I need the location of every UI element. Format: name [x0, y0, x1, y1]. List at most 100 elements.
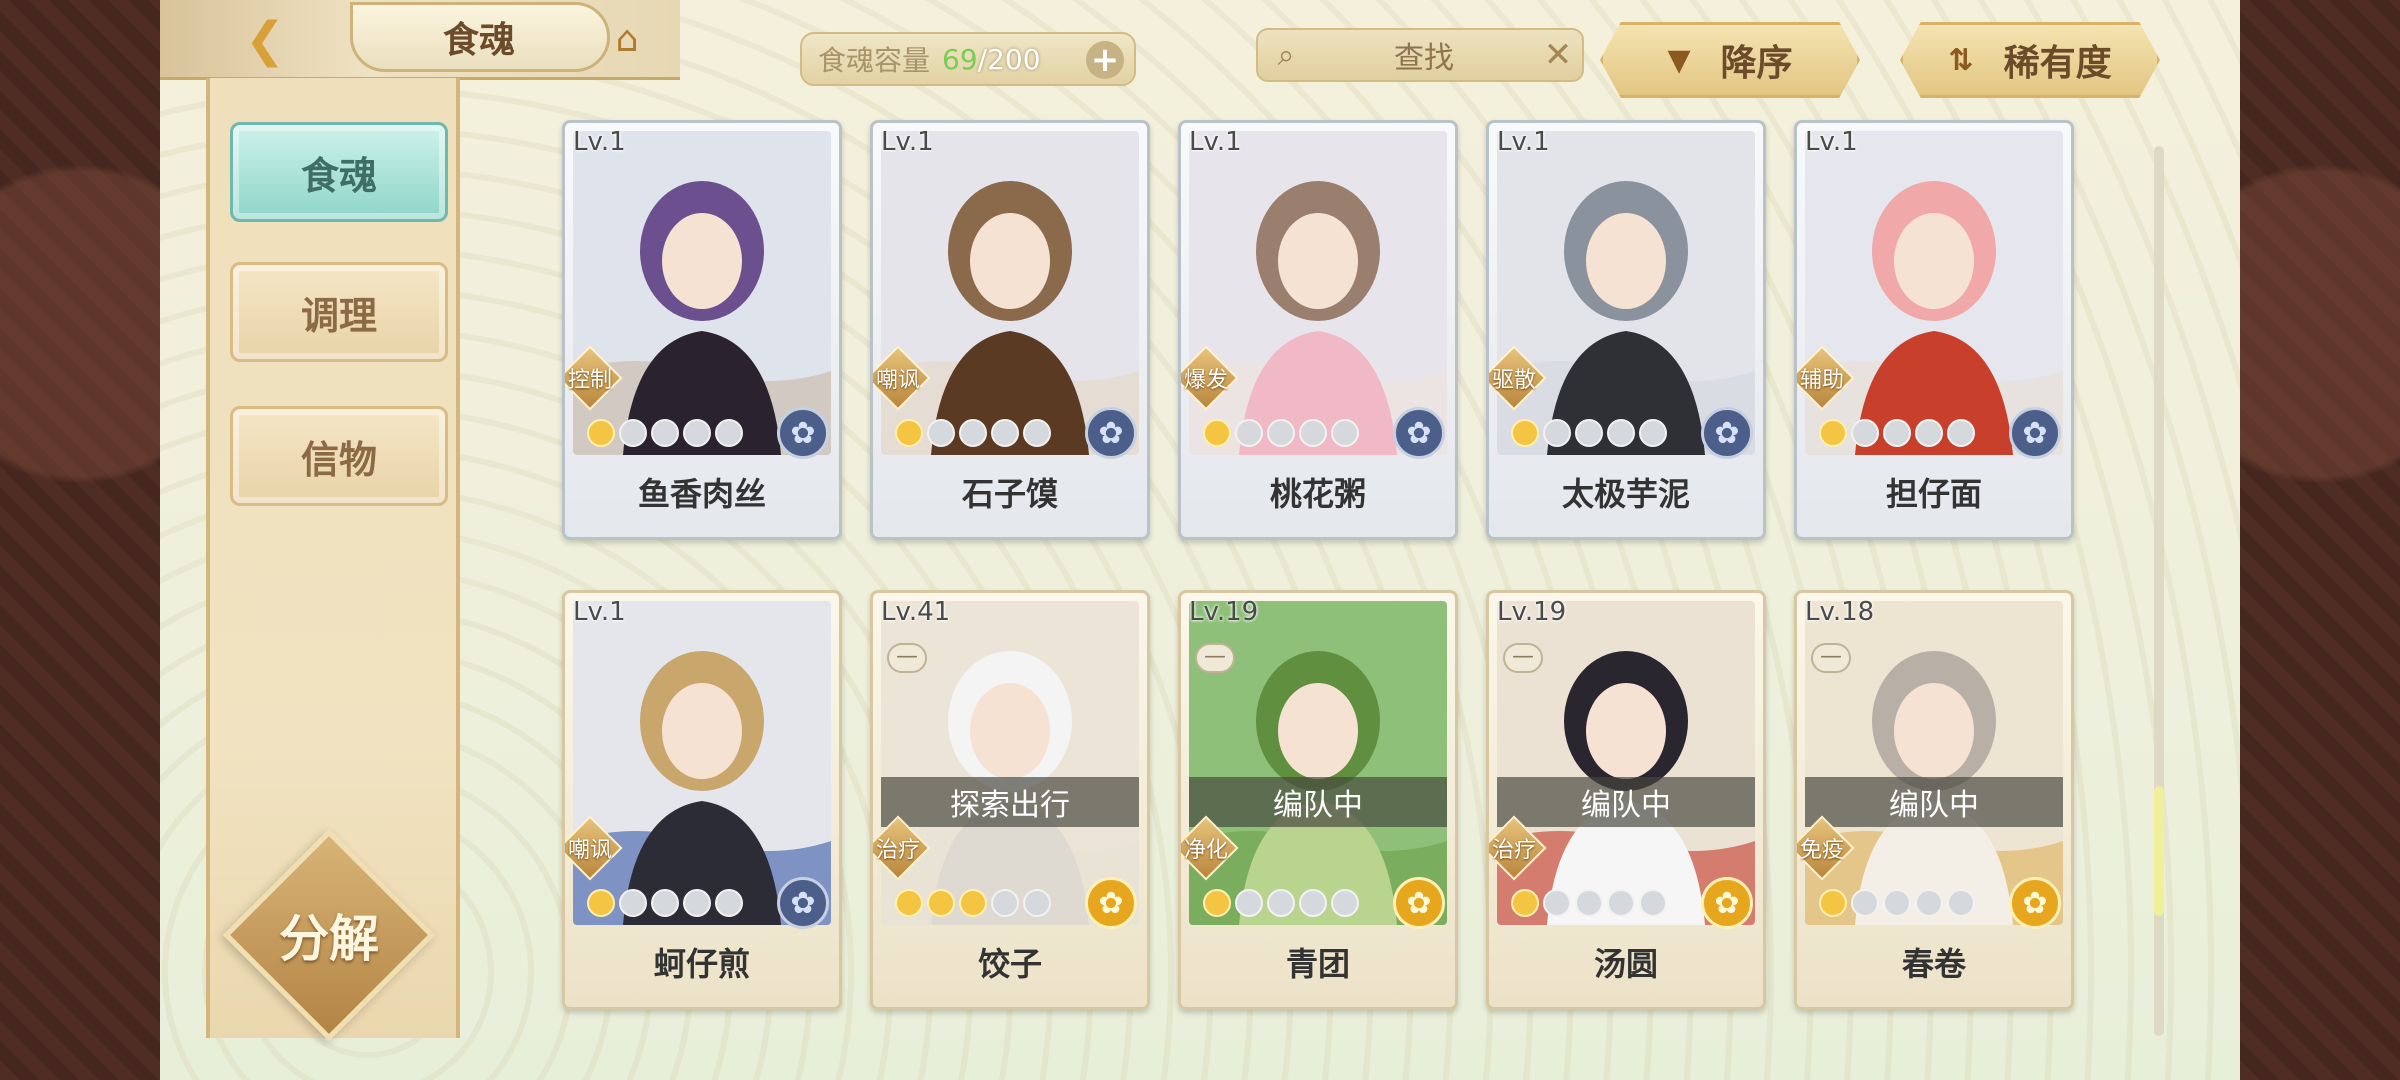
- level-label: Lv.1: [881, 127, 934, 157]
- flower-emblem-icon: ✿: [777, 407, 829, 459]
- search-bar[interactable]: ⌕ 查找 ✕: [1256, 28, 1584, 82]
- level-label: Lv.1: [1805, 127, 1858, 157]
- role-badge: 治疗: [1489, 815, 1547, 881]
- star-icon: [1575, 889, 1603, 917]
- clear-icon[interactable]: ✕: [1534, 35, 1582, 75]
- star-icon: [991, 419, 1019, 447]
- role-label: 辅助: [1799, 368, 1844, 393]
- star-icon: [1023, 889, 1051, 917]
- level-label: Lv.19: [1497, 597, 1567, 627]
- star-icon: [1947, 419, 1975, 447]
- role-label: 爆发: [1183, 368, 1228, 393]
- flower-emblem-icon: ✿: [777, 877, 829, 929]
- level-label: Lv.1: [1189, 127, 1242, 157]
- role-badge: 嘲讽: [565, 815, 623, 881]
- character-name: 太极芋泥: [1561, 475, 1690, 513]
- star-icon: [1543, 419, 1571, 447]
- flower-emblem-icon: ✿: [1085, 877, 1137, 929]
- back-arrow-icon: ❮: [244, 12, 286, 68]
- role-badge: 驱散: [1489, 345, 1547, 411]
- character-name: 担仔面: [1885, 475, 1982, 513]
- food-soul-card[interactable]: Lv.1 控制 ✿ 鱼香肉丝: [562, 120, 842, 540]
- character-name: 桃花粥: [1269, 475, 1366, 513]
- food-soul-card[interactable]: Lv.1 爆发 ✿ 桃花粥: [1178, 120, 1458, 540]
- decompose-label: 分解: [279, 909, 379, 968]
- capacity-label: 食魂容量: [818, 44, 931, 77]
- scrollbar[interactable]: [2154, 146, 2164, 1036]
- star-icon: [1511, 419, 1539, 447]
- sort-rarity-button[interactable]: ⇅ 稀有度: [1900, 22, 2160, 98]
- food-soul-card[interactable]: Lv.1 驱散 ✿ 太极芋泥: [1486, 120, 1766, 540]
- add-capacity-button[interactable]: +: [1086, 40, 1124, 80]
- star-icon: [619, 889, 647, 917]
- pavilion-icon[interactable]: ⌂: [600, 16, 654, 64]
- star-icon: [587, 419, 615, 447]
- role-label: 嘲讽: [875, 368, 920, 393]
- star-icon: [1883, 419, 1911, 447]
- capacity-display: 食魂容量 69 /200 +: [800, 32, 1136, 86]
- star-icon: [895, 889, 923, 917]
- level-label: Lv.1: [1497, 127, 1550, 157]
- role-badge: 免疫: [1797, 815, 1855, 881]
- food-soul-card[interactable]: Lv.1 嘲讽 ✿ 石子馍: [870, 120, 1150, 540]
- role-badge: 嘲讽: [873, 345, 931, 411]
- food-soul-card[interactable]: Lv.19— 编队中 净化 ✿ 青团: [1178, 590, 1458, 1010]
- character-name: 汤圆: [1593, 945, 1658, 983]
- character-name: 鱼香肉丝: [637, 475, 766, 513]
- flower-emblem-icon: ✿: [1393, 877, 1445, 929]
- star-rating: [895, 889, 1051, 917]
- star-rating: [1203, 889, 1359, 917]
- star-rating: [1203, 419, 1359, 447]
- level-label: Lv.1: [573, 597, 626, 627]
- star-icon: [927, 889, 955, 917]
- character-name: 蚵仔煎: [653, 945, 750, 983]
- star-icon: [1331, 419, 1359, 447]
- star-rating: [895, 419, 1051, 447]
- food-soul-card[interactable]: Lv.1 嘲讽 ✿ 蚵仔煎: [562, 590, 842, 1010]
- star-icon: [1299, 889, 1327, 917]
- right-border-pattern: [2240, 0, 2400, 1080]
- character-name: 石子馍: [961, 475, 1058, 513]
- food-soul-card[interactable]: Lv.41— 探索出行 治疗 ✿ 饺子: [870, 590, 1150, 1010]
- lock-icon[interactable]: —: [1503, 643, 1543, 673]
- lock-icon[interactable]: —: [1811, 643, 1851, 673]
- sort-rarity-label: 稀有度: [2003, 43, 2112, 84]
- star-icon: [1023, 419, 1051, 447]
- menu-item-xinwu[interactable]: 信物: [230, 406, 448, 506]
- role-badge: 控制: [565, 345, 623, 411]
- menu-item-tiaoli[interactable]: 调理: [230, 262, 448, 362]
- character-name: 饺子: [977, 945, 1042, 983]
- top-bar: ❮ 食魂 ⌂: [160, 0, 680, 80]
- level-label: Lv.18: [1805, 597, 1875, 627]
- food-soul-card[interactable]: Lv.19— 编队中 治疗 ✿ 汤圆: [1486, 590, 1766, 1010]
- star-icon: [651, 419, 679, 447]
- search-icon: ⌕: [1277, 37, 1295, 73]
- star-icon: [1607, 419, 1635, 447]
- lock-icon[interactable]: —: [887, 643, 927, 673]
- star-icon: [1883, 889, 1911, 917]
- left-border-pattern: [0, 0, 160, 1080]
- star-icon: [1575, 419, 1603, 447]
- scroll-thumb[interactable]: [2154, 786, 2164, 916]
- menu-item-shihun[interactable]: 食魂: [230, 122, 448, 222]
- star-icon: [683, 419, 711, 447]
- flower-emblem-icon: ✿: [1701, 877, 1753, 929]
- food-soul-card[interactable]: Lv.18— 编队中 免疫 ✿ 春卷: [1794, 590, 2074, 1010]
- star-icon: [651, 889, 679, 917]
- star-rating: [587, 419, 743, 447]
- lock-icon[interactable]: —: [1195, 643, 1235, 673]
- food-soul-card[interactable]: Lv.1 辅助 ✿ 担仔面: [1794, 120, 2074, 540]
- page-title: 食魂: [350, 2, 610, 72]
- sort-order-button[interactable]: ▼ 降序: [1600, 22, 1860, 98]
- flower-emblem-icon: ✿: [1701, 407, 1753, 459]
- star-icon: [959, 889, 987, 917]
- star-rating: [587, 889, 743, 917]
- star-icon: [1267, 889, 1295, 917]
- role-badge: 爆发: [1181, 345, 1239, 411]
- role-badge: 治疗: [873, 815, 931, 881]
- star-icon: [1819, 419, 1847, 447]
- star-rating: [1819, 419, 1975, 447]
- back-button[interactable]: ❮: [230, 10, 300, 70]
- star-icon: [587, 889, 615, 917]
- main-stage: ❮ 食魂 ⌂ 食魂容量 69 /200 + ⌕ 查找 ✕ ▼ 降序 ⇅ 稀有度 …: [160, 0, 2240, 1080]
